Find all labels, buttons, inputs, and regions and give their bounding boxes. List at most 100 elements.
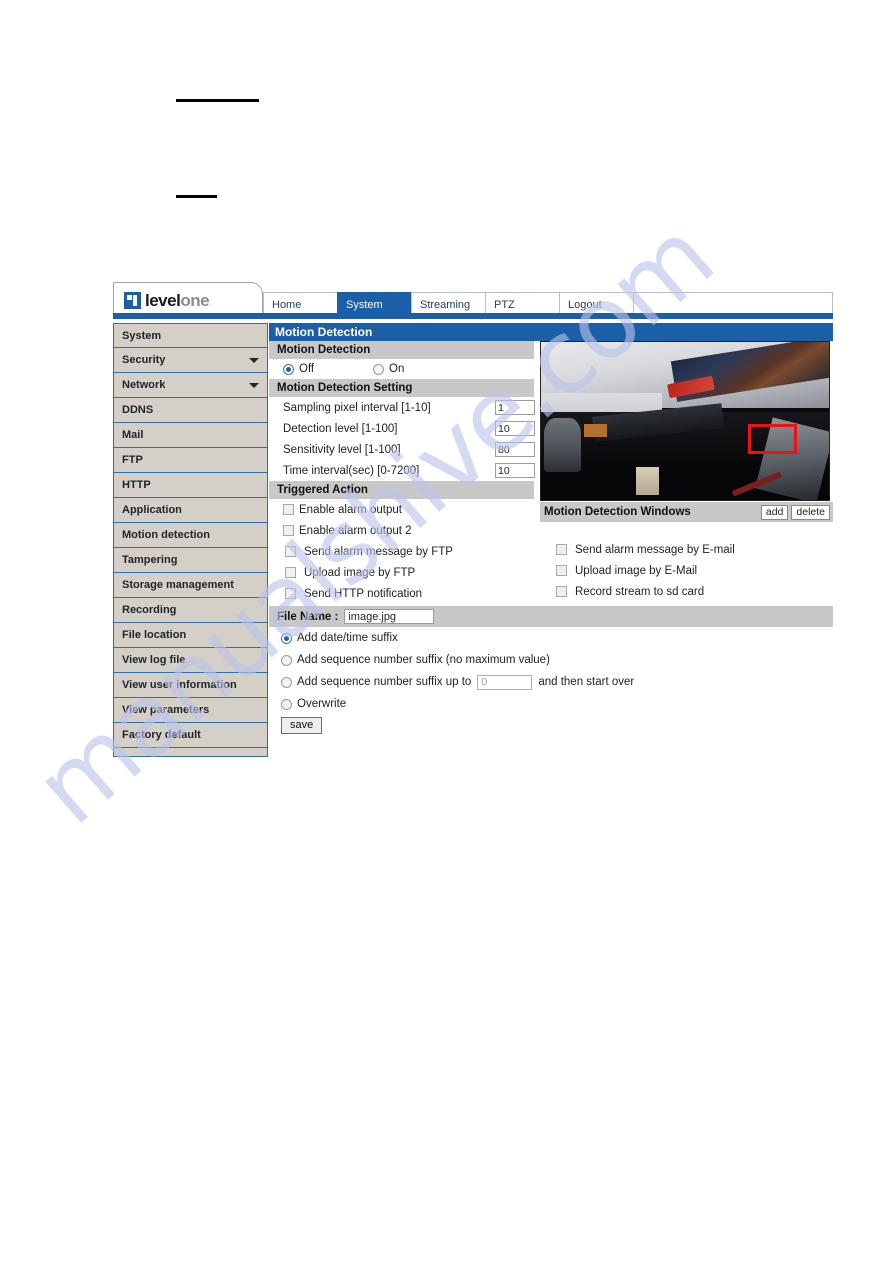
sidebar-item-clipped[interactable] xyxy=(113,748,268,757)
detection-level-input[interactable] xyxy=(495,421,535,436)
field-label: Sampling pixel interval [1-10] xyxy=(283,401,431,414)
sequence-max-input[interactable] xyxy=(477,674,533,690)
radio-on-icon[interactable] xyxy=(373,363,384,375)
radio-icon[interactable] xyxy=(281,698,292,710)
option-label: Add sequence number suffix (no maximum v… xyxy=(297,654,550,666)
document-rule-second xyxy=(176,195,217,198)
sidebar-item-view-log-file[interactable]: View log file xyxy=(113,648,268,673)
option-label: Overwrite xyxy=(297,698,347,710)
option-overwrite[interactable]: Overwrite xyxy=(269,693,833,715)
field-detection-level: Detection level [1-100] xyxy=(269,418,535,439)
sidebar-item-label: Network xyxy=(122,379,166,391)
video-orange-box xyxy=(584,424,608,437)
sidebar-item-file-location[interactable]: File location xyxy=(113,623,268,648)
checkbox-icon[interactable] xyxy=(285,546,296,557)
checkbox-icon[interactable] xyxy=(285,567,296,578)
motion-detection-section-header: Motion Detection xyxy=(269,341,534,359)
sidebar-item-view-user-information[interactable]: View user information xyxy=(113,673,268,698)
checkbox-enable-alarm-output-2[interactable]: Enable alarm output 2 xyxy=(269,520,534,541)
page-title: Motion Detection xyxy=(269,323,833,341)
video-carton xyxy=(636,466,660,496)
delete-window-button[interactable]: delete xyxy=(791,504,830,520)
checkbox-icon[interactable] xyxy=(283,525,294,536)
sidebar-item-http[interactable]: HTTP xyxy=(113,473,268,498)
motion-detection-window-rect[interactable] xyxy=(748,424,798,455)
sidebar-item-recording[interactable]: Recording xyxy=(113,598,268,623)
radio-icon[interactable] xyxy=(281,632,292,644)
settings-column: Motion Detection Off On Motion Detection… xyxy=(269,341,535,604)
checkbox-send-alarm-message-by-ftp[interactable]: Send alarm message by FTP xyxy=(269,541,534,562)
checkbox-icon[interactable] xyxy=(556,565,567,576)
live-video-preview[interactable] xyxy=(540,341,830,501)
radio-off-option[interactable]: Off xyxy=(283,363,373,375)
sensitivity-level-input[interactable] xyxy=(495,442,535,457)
camera-web-ui: levelone Home System Streaming PTZ Logou… xyxy=(113,282,833,765)
sidebar-item-label: Security xyxy=(122,354,166,366)
field-sensitivity-level: Sensitivity level [1-100] xyxy=(269,439,535,460)
checkbox-send-alarm-message-by-email[interactable]: Send alarm message by E-mail xyxy=(540,539,833,560)
checkbox-label: Upload image by E-Mail xyxy=(575,564,698,577)
checkbox-label: Record stream to sd card xyxy=(575,585,705,598)
checkbox-upload-image-by-email[interactable]: Upload image by E-Mail xyxy=(540,560,833,581)
radio-icon[interactable] xyxy=(281,676,292,688)
video-column: Motion Detection Windows add delete Send… xyxy=(540,341,833,602)
checkbox-label: Send alarm message by FTP xyxy=(304,545,453,558)
upper-content-row: Motion Detection Off On Motion Detection… xyxy=(269,341,833,604)
checkbox-icon[interactable] xyxy=(556,544,567,555)
radio-on-label: On xyxy=(389,363,405,375)
checkbox-send-http-notification[interactable]: Send HTTP notification xyxy=(269,583,534,604)
motion-detection-windows-label: Motion Detection Windows xyxy=(544,506,691,518)
logo-one-text: one xyxy=(180,290,210,310)
sidebar-item-factory-default[interactable]: Factory default xyxy=(113,723,268,748)
checkbox-icon[interactable] xyxy=(283,504,294,515)
option-label: Add sequence number suffix up to xyxy=(297,676,472,688)
checkbox-enable-alarm-output[interactable]: Enable alarm output xyxy=(269,499,534,520)
field-label: Detection level [1-100] xyxy=(283,422,398,435)
chevron-down-icon xyxy=(249,383,259,388)
sidebar-item-tampering[interactable]: Tampering xyxy=(113,548,268,573)
sampling-pixel-interval-input[interactable] xyxy=(495,400,535,415)
field-sampling-pixel-interval: Sampling pixel interval [1-10] xyxy=(269,397,535,418)
nav-accent-bar xyxy=(113,313,833,319)
sidebar-item-network[interactable]: Network xyxy=(113,373,268,398)
option-add-datetime-suffix[interactable]: Add date/time suffix xyxy=(269,627,833,649)
sidebar-item-mail[interactable]: Mail xyxy=(113,423,268,448)
sidebar-item-ftp[interactable]: FTP xyxy=(113,448,268,473)
radio-off-icon[interactable] xyxy=(283,363,294,375)
sidebar-item-security[interactable]: Security xyxy=(113,348,268,373)
checkbox-label: Send HTTP notification xyxy=(304,587,423,600)
save-button[interactable]: save xyxy=(281,717,323,734)
motion-detection-toggle: Off On xyxy=(269,359,534,379)
logo-wordmark: levelone xyxy=(145,290,210,310)
video-person-region xyxy=(543,417,582,472)
logo-level-text: level xyxy=(145,290,181,310)
add-window-button[interactable]: add xyxy=(760,504,789,520)
sidebar-item-system[interactable]: System xyxy=(113,323,268,348)
sidebar-item-motion-detection[interactable]: Motion detection xyxy=(113,523,268,548)
radio-on-option[interactable]: On xyxy=(373,363,404,375)
file-name-input[interactable] xyxy=(344,609,435,624)
checkbox-record-stream-to-sd-card[interactable]: Record stream to sd card xyxy=(540,581,833,602)
radio-icon[interactable] xyxy=(281,654,292,666)
field-label: Time interval(sec) [0-7200] xyxy=(283,464,420,477)
sidebar-item-ddns[interactable]: DDNS xyxy=(113,398,268,423)
time-interval-input[interactable] xyxy=(495,463,535,478)
option-add-sequence-no-max[interactable]: Add sequence number suffix (no maximum v… xyxy=(269,649,833,671)
radio-off-label: Off xyxy=(299,363,315,375)
sidebar-item-view-parameters[interactable]: View parameters xyxy=(113,698,268,723)
sidebar-menu: System Security Network DDNS Mail FTP HT… xyxy=(113,323,269,765)
sidebar-item-application[interactable]: Application xyxy=(113,498,268,523)
sidebar-item-storage-management[interactable]: Storage management xyxy=(113,573,268,598)
checkbox-upload-image-by-ftp[interactable]: Upload image by FTP xyxy=(269,562,534,583)
checkbox-icon[interactable] xyxy=(556,586,567,597)
motion-detection-windows-bar: Motion Detection Windows add delete xyxy=(540,502,833,522)
checkbox-label: Enable alarm output 2 xyxy=(299,524,412,537)
checkbox-label: Send alarm message by E-mail xyxy=(575,543,735,556)
option-add-sequence-up-to[interactable]: Add sequence number suffix up to and the… xyxy=(269,671,833,693)
page-clip-mask xyxy=(833,0,894,1263)
option-label: Add date/time suffix xyxy=(297,632,398,644)
triggered-action-section-header: Triggered Action xyxy=(269,481,534,499)
checkbox-label: Enable alarm output xyxy=(299,503,402,516)
checkbox-icon[interactable] xyxy=(285,588,296,599)
checkbox-label: Upload image by FTP xyxy=(304,566,416,579)
